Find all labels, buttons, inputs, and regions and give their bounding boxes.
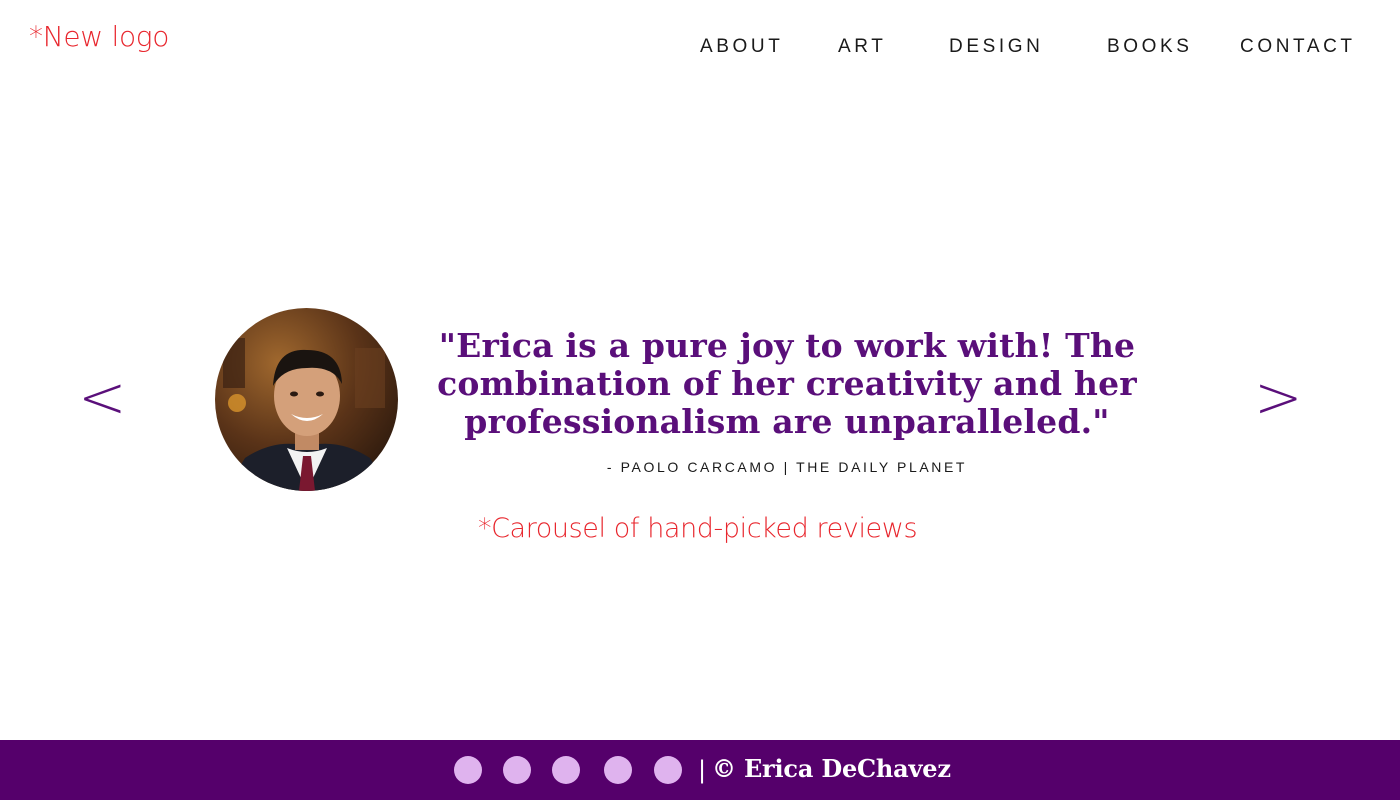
social-icon-4[interactable] xyxy=(604,756,632,784)
social-icon-5[interactable] xyxy=(654,756,682,784)
copyright-text: © Erica DeChavez xyxy=(712,754,951,783)
nav-contact[interactable]: CONTACT xyxy=(1240,36,1356,58)
carousel-note: *Carousel of hand-picked reviews xyxy=(478,513,918,544)
nav-about[interactable]: ABOUT xyxy=(700,36,783,58)
social-icon-1[interactable] xyxy=(454,756,482,784)
social-icon-2[interactable] xyxy=(503,756,531,784)
nav-art[interactable]: ART xyxy=(838,36,886,58)
reviewer-photo-icon xyxy=(215,308,398,491)
review-attribution: - PAOLO CARCAMO | THE DAILY PLANET xyxy=(606,459,968,475)
carousel-prev-button[interactable]: < xyxy=(78,368,127,426)
reviewer-avatar xyxy=(215,308,398,491)
review-quote: "Erica is a pure joy to work with! The c… xyxy=(437,326,1137,441)
footer-separator: | xyxy=(698,756,707,784)
footer-bar: | © Erica DeChavez xyxy=(0,740,1400,800)
nav-design[interactable]: DESIGN xyxy=(949,36,1043,58)
nav-books[interactable]: BOOKS xyxy=(1107,36,1193,58)
carousel-next-button[interactable]: > xyxy=(1254,368,1303,426)
social-icon-3[interactable] xyxy=(552,756,580,784)
site-logo[interactable]: *New logo xyxy=(29,20,169,53)
